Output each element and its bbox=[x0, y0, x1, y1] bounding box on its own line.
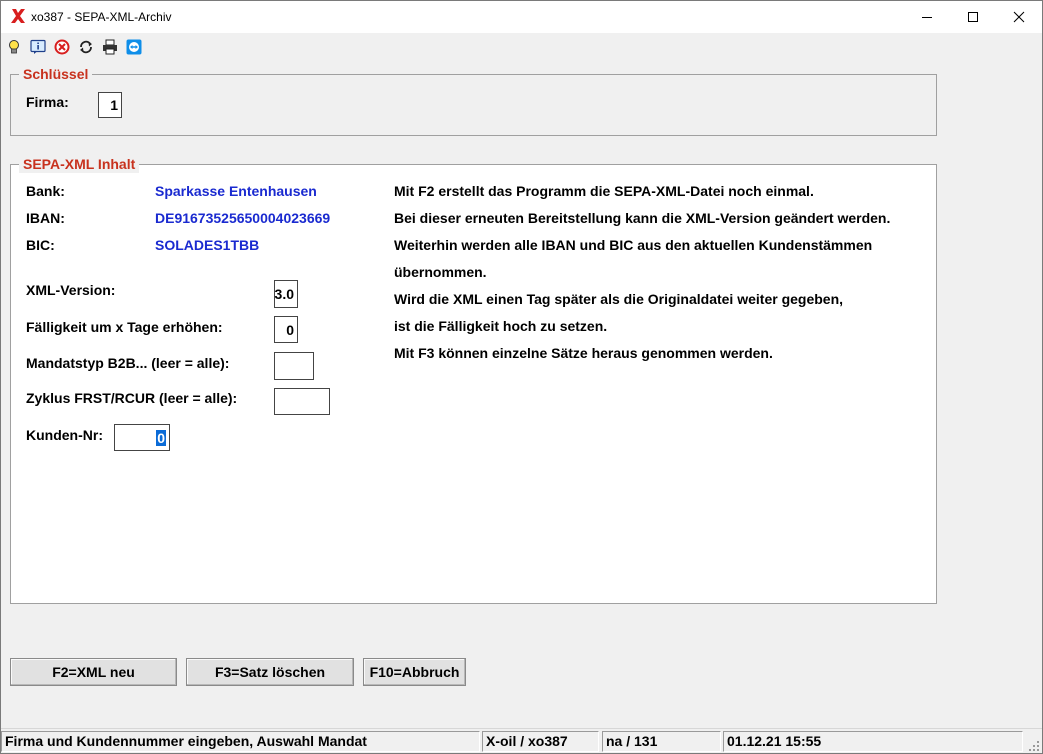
lightbulb-icon[interactable] bbox=[5, 38, 23, 56]
kunden-nr-label: Kunden-Nr: bbox=[26, 427, 103, 443]
xml-version-label: XML-Version: bbox=[26, 282, 116, 298]
minimize-button[interactable] bbox=[904, 1, 950, 33]
key-group: Schlüssel Firma: 1 bbox=[10, 65, 937, 136]
key-group-legend: Schlüssel bbox=[19, 65, 93, 83]
maximize-button[interactable] bbox=[950, 1, 996, 33]
firma-label: Firma: bbox=[26, 94, 69, 110]
window-title: xo387 - SEPA-XML-Archiv bbox=[31, 10, 172, 24]
iban-label: IBAN: bbox=[26, 210, 65, 226]
info-line: Mit F2 erstellt das Programm die SEPA-XM… bbox=[394, 183, 814, 199]
bank-value: Sparkasse Entenhausen bbox=[155, 183, 317, 199]
content-group: SEPA-XML Inhalt Bank: Sparkasse Entenhau… bbox=[10, 155, 937, 604]
printer-icon[interactable] bbox=[101, 38, 119, 56]
firma-input[interactable]: 1 bbox=[98, 92, 122, 118]
app-logo-icon bbox=[11, 9, 25, 23]
info-line: Weiterhin werden alle IBAN und BIC aus d… bbox=[394, 237, 873, 253]
iban-value: DE91673525650004023669 bbox=[155, 210, 331, 226]
title-bar[interactable]: xo387 - SEPA-XML-Archiv bbox=[1, 1, 1042, 33]
teamviewer-icon[interactable] bbox=[125, 38, 143, 56]
resize-grip-icon[interactable] bbox=[1028, 740, 1040, 752]
status-datetime: 01.12.21 15:55 bbox=[723, 731, 1023, 752]
bic-value: SOLADES1TBB bbox=[155, 237, 260, 253]
cancel-icon[interactable] bbox=[53, 38, 71, 56]
bic-label: BIC: bbox=[26, 237, 55, 253]
faelligkeit-input[interactable]: 0 bbox=[274, 316, 298, 343]
status-bar: Firma und Kundennummer eingeben, Auswahl… bbox=[1, 728, 1042, 753]
mandatstyp-label: Mandatstyp B2B... (leer = alle): bbox=[26, 355, 230, 371]
delete-record-button[interactable]: F3=Satz löschen bbox=[186, 658, 354, 686]
status-user: na / 131 bbox=[602, 731, 721, 752]
info-line: übernommen. bbox=[394, 264, 487, 280]
refresh-icon[interactable] bbox=[77, 38, 95, 56]
minimize-icon bbox=[922, 17, 932, 18]
xml-version-input[interactable]: 3.0 bbox=[274, 280, 298, 308]
content-group-legend: SEPA-XML Inhalt bbox=[19, 155, 140, 173]
status-message: Firma und Kundennummer eingeben, Auswahl… bbox=[1, 731, 480, 752]
info-line: Wird die XML einen Tag später als die Or… bbox=[394, 291, 844, 307]
info-line: Bei dieser erneuten Bereitstellung kann … bbox=[394, 210, 891, 226]
application-window: xo387 - SEPA-XML-Archiv Schlüssel Firma:… bbox=[0, 0, 1043, 754]
mandatstyp-input[interactable] bbox=[274, 352, 314, 380]
zyklus-label: Zyklus FRST/RCUR (leer = alle): bbox=[26, 390, 238, 406]
info-line: ist die Fälligkeit hoch zu setzen. bbox=[394, 318, 608, 334]
bank-label: Bank: bbox=[26, 183, 65, 199]
faelligkeit-label: Fälligkeit um x Tage erhöhen: bbox=[26, 319, 223, 335]
close-icon bbox=[1013, 11, 1025, 23]
maximize-icon bbox=[968, 12, 978, 22]
info-icon[interactable] bbox=[29, 38, 47, 56]
close-button[interactable] bbox=[996, 1, 1042, 33]
cancel-button[interactable]: F10=Abbruch bbox=[363, 658, 466, 686]
kunden-nr-input[interactable]: 0 bbox=[114, 424, 170, 451]
status-app: X-oil / xo387 bbox=[482, 731, 599, 752]
zyklus-input[interactable] bbox=[274, 388, 330, 415]
info-line: Mit F3 können einzelne Sätze heraus geno… bbox=[394, 345, 773, 361]
xml-new-button[interactable]: F2=XML neu bbox=[10, 658, 177, 686]
toolbar bbox=[1, 33, 1042, 61]
